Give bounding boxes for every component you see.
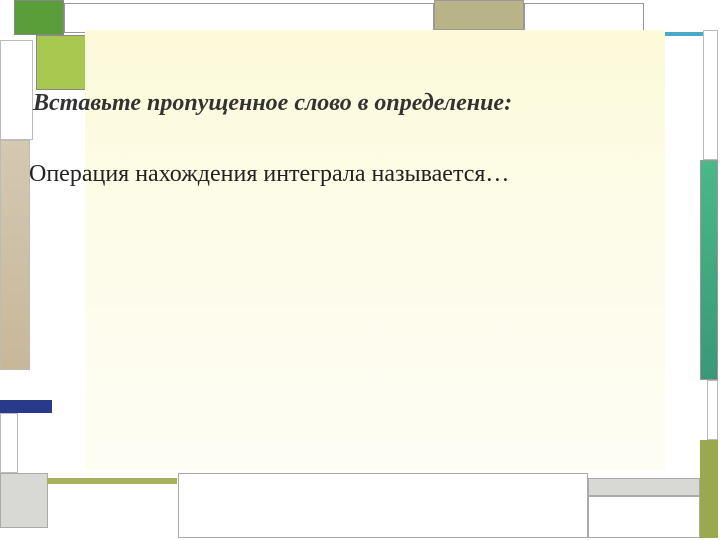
deco-block (588, 478, 700, 496)
deco-block (524, 3, 644, 33)
deco-block (0, 40, 33, 140)
deco-block (434, 0, 524, 30)
deco-block (64, 3, 434, 33)
deco-block (0, 413, 18, 473)
deco-block (707, 380, 718, 440)
slide-heading: Вставьте пропущенное слово в определение… (33, 90, 665, 117)
deco-line (47, 478, 177, 484)
deco-block (0, 473, 48, 528)
deco-block (36, 35, 91, 90)
deco-block (0, 140, 30, 370)
deco-block (700, 440, 718, 538)
deco-block (588, 496, 700, 538)
deco-block (700, 160, 718, 380)
deco-block (14, 0, 64, 35)
deco-block (703, 30, 718, 160)
slide-body-text: Операция нахождения интеграла называется… (29, 161, 665, 188)
deco-block (178, 473, 588, 538)
deco-block (0, 400, 52, 413)
slide-content: Вставьте пропущенное слово в определение… (85, 30, 665, 470)
